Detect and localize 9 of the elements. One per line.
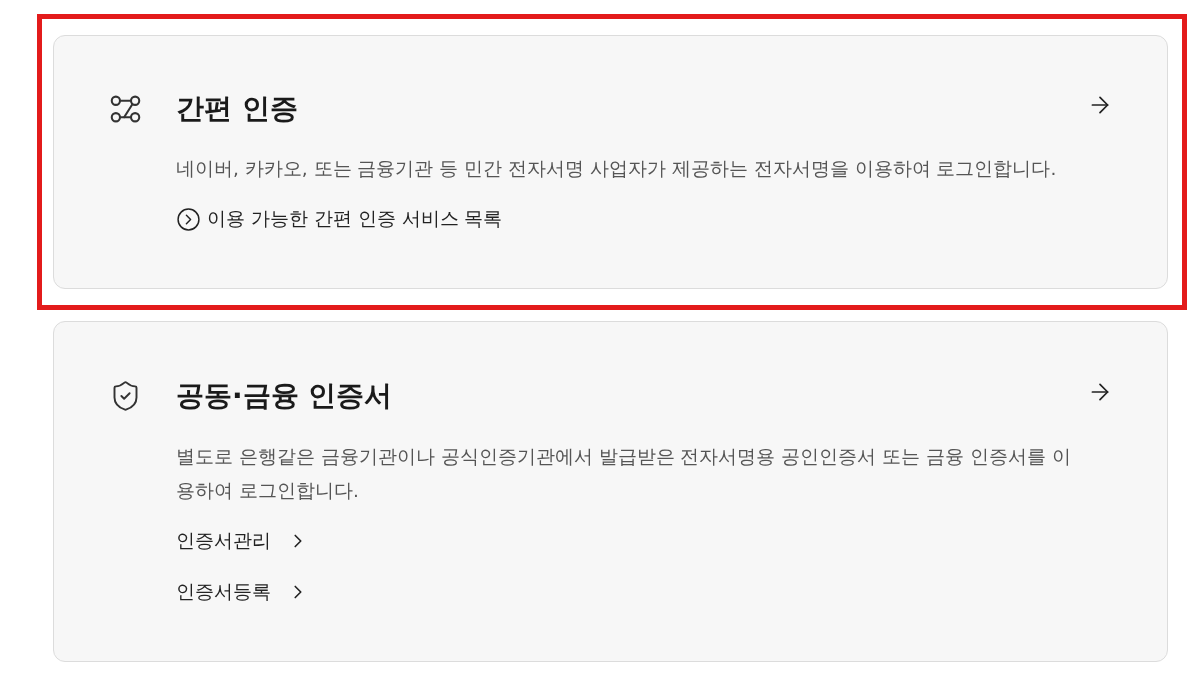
- circle-chevron-icon: [176, 206, 201, 232]
- login-option-card[interactable]: 공동·금융 인증서 별도로 은행같은 금융기관이나 공식인증기관에서 발급받은 전자서명용 공인인증서 또는 금융 인증서를 이용하여 로그인합니다. 인증서관리 인증서등록: [53, 321, 1168, 662]
- certificate-menu-link[interactable]: 인증서관리: [176, 527, 309, 555]
- card-description: 별도로 은행같은 금융기관이나 공식인증기관에서 발급받은 전자서명용 공인인증서 또는 금융 인증서를 이용하여 로그인합니다.: [176, 445, 1072, 503]
- service-list-link[interactable]: 이용 가능한 간편 인증 서비스 목록: [176, 205, 503, 233]
- card-title: 간편 인증: [176, 91, 298, 127]
- card-title: 공동·금융 인증서: [176, 378, 393, 414]
- certificate-menu-link[interactable]: 인증서등록: [176, 578, 309, 606]
- card-description: 네이버, 카카오, 또는 금융기관 등 민간 전자서명 사업자가 제공하는 전자서명을 이용하여 로그인합니다.: [176, 157, 1058, 181]
